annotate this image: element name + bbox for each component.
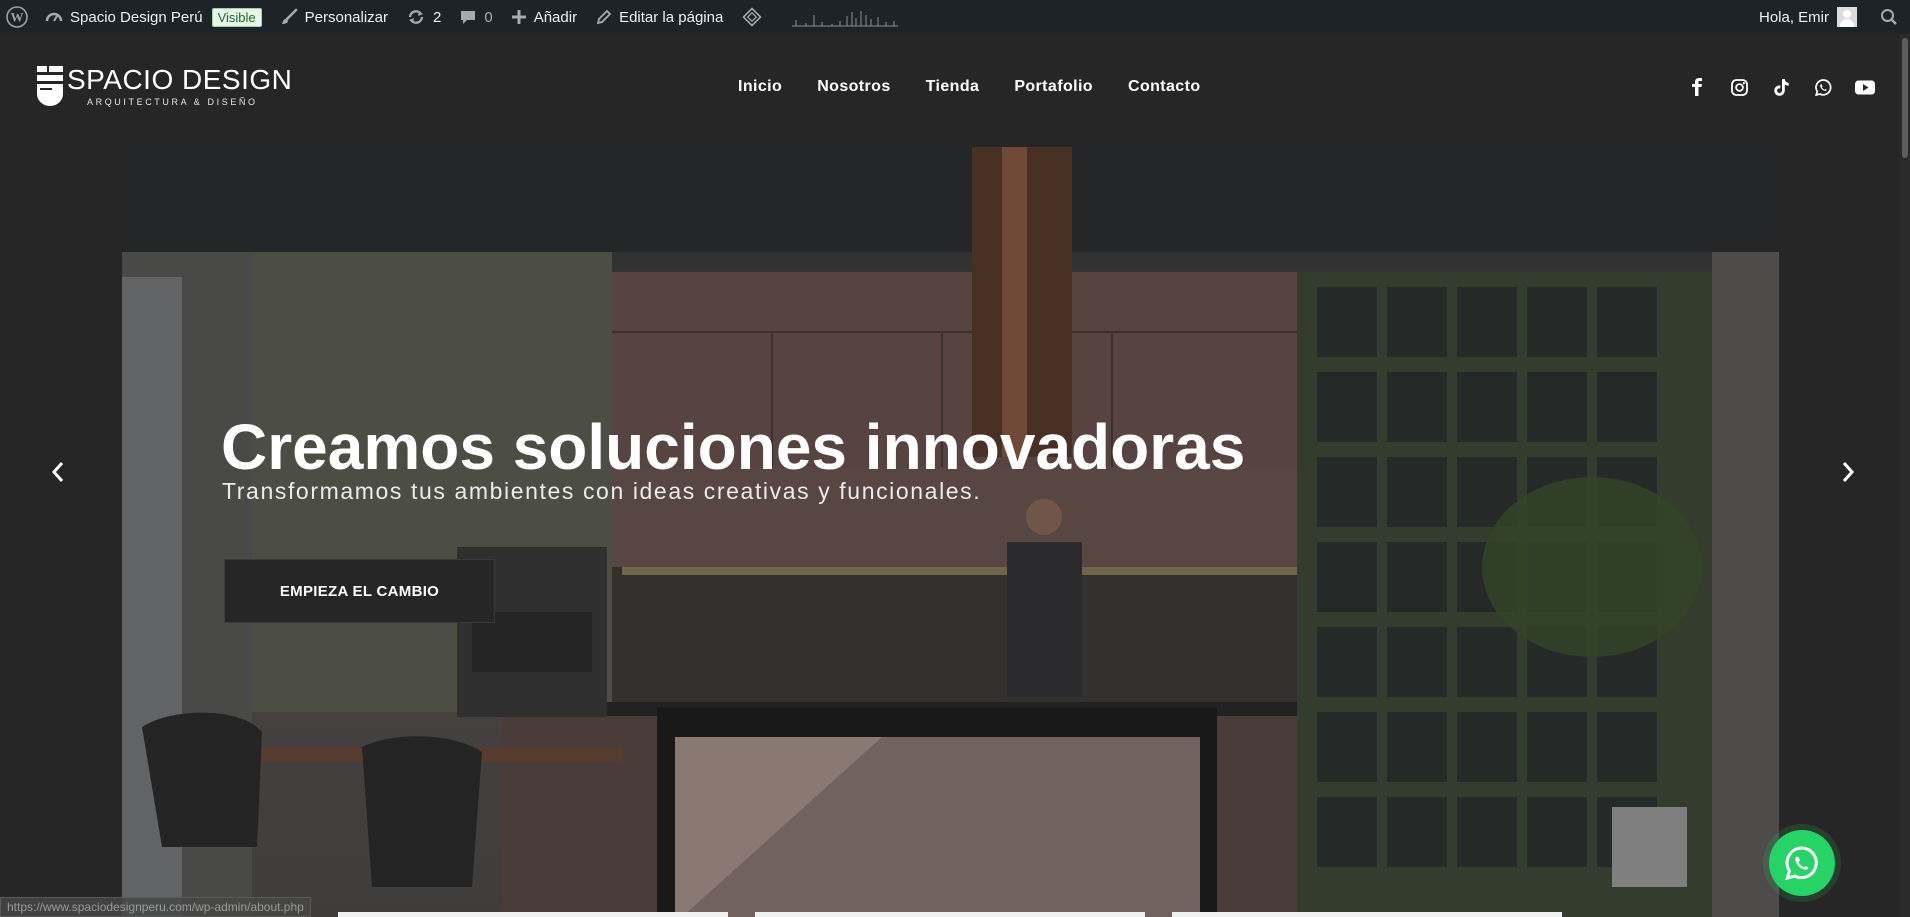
chevron-left-icon xyxy=(51,462,64,482)
site-name: Spacio Design Perú xyxy=(70,8,203,26)
elementor-button[interactable] xyxy=(732,0,772,34)
slide-thumbnail-2[interactable] xyxy=(755,912,1145,917)
diamond-icon xyxy=(742,7,762,27)
wordpress-logo-button[interactable]: W xyxy=(0,0,36,34)
site-header: SPACIO DESIGN ARQUITECTURA & DISEÑO Inic… xyxy=(0,34,1910,147)
comments-count: 0 xyxy=(484,8,493,26)
cta-button[interactable]: EMPIEZA EL CAMBIO xyxy=(224,559,495,623)
hero-background-image xyxy=(122,147,1779,917)
social-links xyxy=(1676,76,1886,98)
updates-count: 2 xyxy=(433,8,442,26)
site-name-menu[interactable]: Spacio Design Perú Visible xyxy=(36,0,271,34)
slider-next-button[interactable] xyxy=(1833,457,1863,487)
nav-item-contacto[interactable]: Contacto xyxy=(1128,78,1201,96)
tiktok-icon xyxy=(1773,78,1789,96)
youtube-icon xyxy=(1855,80,1875,94)
nav-item-nosotros[interactable]: Nosotros xyxy=(817,78,890,96)
instagram-link[interactable] xyxy=(1718,76,1760,98)
add-new-button[interactable]: Añadir xyxy=(502,0,586,34)
slider-prev-button[interactable] xyxy=(43,457,73,487)
my-account-menu[interactable]: Hola, Emir xyxy=(1750,0,1866,34)
site-logo[interactable]: SPACIO DESIGN ARQUITECTURA & DISEÑO xyxy=(37,66,292,107)
facebook-icon xyxy=(1692,78,1702,96)
logo-subtitle: ARQUITECTURA & DISEÑO xyxy=(87,97,258,107)
whatsapp-link[interactable] xyxy=(1802,76,1844,98)
wp-admin-bar: W Spacio Design Perú Visible Personaliza… xyxy=(0,0,1910,34)
hero-slider: Creamos soluciones innovadoras Transform… xyxy=(0,147,1910,917)
admin-search-button[interactable] xyxy=(1866,0,1910,34)
tiktok-link[interactable] xyxy=(1760,76,1802,98)
logo-mark-icon xyxy=(37,66,63,106)
page-scrollbar[interactable] xyxy=(1900,34,1910,917)
customize-button[interactable]: Personalizar xyxy=(271,0,397,34)
nav-item-tienda[interactable]: Tienda xyxy=(926,78,980,96)
slide-thumbnail-1[interactable] xyxy=(338,912,728,917)
updates-icon xyxy=(406,8,426,26)
hero-subtitle: Transformamos tus ambientes con ideas cr… xyxy=(222,478,982,504)
whatsapp-icon xyxy=(1814,78,1831,96)
wordpress-icon: W xyxy=(6,6,28,28)
whatsapp-icon xyxy=(1785,846,1818,880)
facebook-link[interactable] xyxy=(1676,76,1718,98)
add-new-label: Añadir xyxy=(533,8,578,26)
comments-button[interactable]: 0 xyxy=(450,0,501,34)
customize-label: Personalizar xyxy=(304,8,389,26)
edit-page-label: Editar la página xyxy=(619,8,724,26)
instagram-icon xyxy=(1730,78,1748,96)
browser-status-url: https://www.spaciodesignperu.com/wp-admi… xyxy=(0,897,311,917)
admin-bar-right: Hola, Emir xyxy=(1750,0,1910,34)
plus-icon xyxy=(511,9,527,25)
pencil-icon xyxy=(595,9,612,26)
main-navigation: Inicio Nosotros Tienda Portafolio Contac… xyxy=(738,78,1236,96)
stats-sparkline-button[interactable] xyxy=(772,0,907,34)
svg-text:W: W xyxy=(11,10,24,25)
updates-button[interactable]: 2 xyxy=(397,0,450,34)
youtube-link[interactable] xyxy=(1844,76,1886,98)
avatar xyxy=(1837,7,1857,27)
search-icon xyxy=(1881,9,1897,25)
edit-page-button[interactable]: Editar la página xyxy=(586,0,732,34)
nav-item-portafolio[interactable]: Portafolio xyxy=(1014,78,1093,96)
logo-text: SPACIO DESIGN ARQUITECTURA & DISEÑO xyxy=(67,64,293,108)
slide-thumbnail-3[interactable] xyxy=(1172,912,1562,917)
greeting: Hola, Emir xyxy=(1758,8,1829,26)
chevron-right-icon xyxy=(1842,462,1855,482)
scrollbar-thumb[interactable] xyxy=(1902,38,1908,158)
logo-title: SPACIO DESIGN xyxy=(67,64,293,95)
comment-icon xyxy=(459,8,477,26)
hero-title: Creamos soluciones innovadoras xyxy=(221,411,1246,483)
dashboard-icon xyxy=(45,8,63,26)
nav-item-inicio[interactable]: Inicio xyxy=(738,78,782,96)
visibility-badge: Visible xyxy=(211,7,262,27)
whatsapp-float-button[interactable] xyxy=(1769,830,1835,896)
stats-sparkline-icon xyxy=(792,11,899,27)
brush-icon xyxy=(280,8,298,26)
